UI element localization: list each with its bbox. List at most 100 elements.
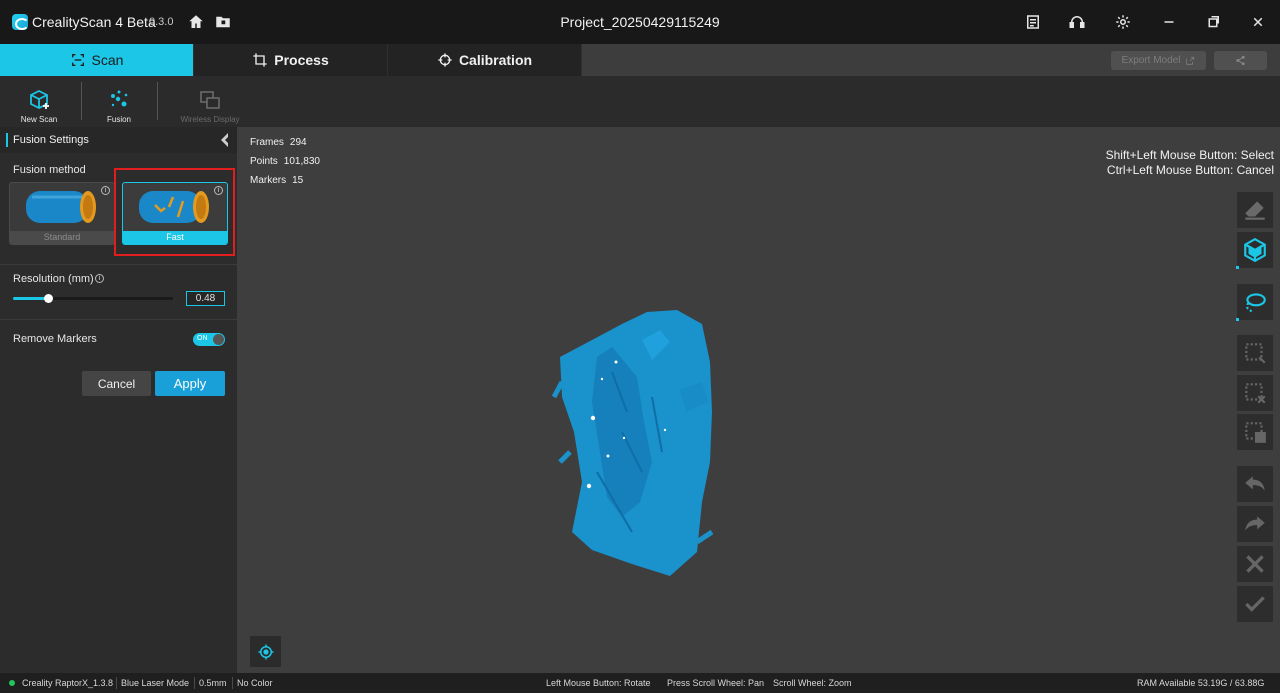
lasso-select-button[interactable] xyxy=(1236,284,1273,321)
lasso-select-icon xyxy=(1245,293,1266,313)
cube-view-button[interactable] xyxy=(1236,232,1273,269)
3d-viewport[interactable]: Frames 294 Points 101,830 Markers 15 Shift+… xyxy=(237,127,1280,673)
external-link-icon xyxy=(1186,56,1195,65)
mode-tabs: Scan Process Calibration xyxy=(0,44,582,76)
markers-value: 15 xyxy=(292,175,304,186)
standard-cylinder-image xyxy=(26,191,96,223)
reset-view-button[interactable] xyxy=(250,636,281,667)
resolution-label: Resolution (mm) xyxy=(13,273,94,285)
status-bar: Creality RaptorX_1.3.8 Blue Laser Mode 0… xyxy=(0,673,1280,693)
share-icon xyxy=(1236,55,1245,66)
points-stat: Points 101,830 xyxy=(250,156,320,167)
standard-caption: Standard xyxy=(10,231,114,244)
eraser-tool-button[interactable] xyxy=(1237,192,1273,228)
collapse-chevron-icon[interactable] xyxy=(218,132,230,148)
crop-icon xyxy=(253,53,267,67)
points-value: 101,830 xyxy=(283,156,320,167)
pan-hint: Press Scroll Wheel: Pan xyxy=(667,678,765,688)
project-title: Project_20250429115249 xyxy=(560,14,720,30)
toolbar-divider xyxy=(81,82,82,120)
fusion-label: Fusion xyxy=(106,115,131,124)
resolution-slider[interactable] xyxy=(13,294,173,303)
cancel-button[interactable]: Cancel xyxy=(82,371,151,396)
export-model-label: Export Model xyxy=(1121,55,1181,66)
home-icon[interactable] xyxy=(187,13,205,31)
fusion-sparkle-icon xyxy=(111,90,128,107)
ram-available: RAM Available 53.19G / 63.88G xyxy=(1137,678,1265,688)
new-scan-button[interactable]: New Scan xyxy=(18,80,60,124)
connection-status-dot xyxy=(9,680,15,686)
active-marker xyxy=(1236,318,1239,321)
wireless-display-icon xyxy=(200,91,220,109)
fusion-button[interactable]: Fusion xyxy=(99,80,139,124)
title-bar: CrealityScan 4 Beta 0.3.0 Project_202504… xyxy=(0,0,1280,44)
rect-select-icon xyxy=(1245,343,1266,364)
app-logo-icon xyxy=(12,14,29,30)
app-version: 0.3.0 xyxy=(149,16,174,28)
panel-header: Fusion Settings xyxy=(0,127,237,153)
status-separator xyxy=(232,677,233,689)
rotate-hint: Left Mouse Button: Rotate xyxy=(546,678,651,688)
markers-stat: Markers 15 xyxy=(250,175,303,186)
share-button[interactable] xyxy=(1214,51,1267,70)
resolution-info-icon[interactable]: i xyxy=(95,274,104,283)
resolution-slider-thumb[interactable] xyxy=(43,294,53,303)
panel-accent-bar xyxy=(6,133,8,147)
frames-stat: Frames 294 xyxy=(250,137,307,148)
scan-mode: Blue Laser Mode xyxy=(121,678,190,688)
eraser-icon xyxy=(1245,201,1265,220)
rect-deselect-button[interactable] xyxy=(1237,375,1273,411)
settings-gear-icon[interactable] xyxy=(1114,13,1132,31)
resolution-slider-fill xyxy=(13,297,49,300)
headset-icon[interactable] xyxy=(1068,13,1086,31)
active-marker xyxy=(1236,266,1239,269)
scan-resolution: 0.5mm xyxy=(199,678,227,688)
points-label: Points xyxy=(250,156,278,167)
tab-calibration[interactable]: Calibration xyxy=(388,44,582,76)
panel-divider xyxy=(0,264,237,265)
app-window: CrealityScan 4 Beta 0.3.0 Project_202504… xyxy=(0,0,1280,693)
minimize-icon[interactable] xyxy=(1160,13,1178,31)
toggle-knob xyxy=(213,334,224,345)
close-window-icon[interactable] xyxy=(1249,13,1267,31)
frames-label: Frames xyxy=(250,137,284,148)
discard-button[interactable] xyxy=(1237,546,1273,582)
close-icon xyxy=(1246,555,1264,573)
status-separator xyxy=(116,677,117,689)
check-icon xyxy=(1245,596,1265,612)
cancel-hint: Ctrl+Left Mouse Button: Cancel xyxy=(1106,163,1274,177)
redo-button[interactable] xyxy=(1237,506,1273,542)
rect-select-button[interactable] xyxy=(1237,335,1273,371)
app-name: CrealityScan 4 Beta xyxy=(32,14,156,30)
notes-icon[interactable] xyxy=(1024,13,1042,31)
zoom-hint: Scroll Wheel: Zoom xyxy=(773,678,852,688)
wireless-display-button[interactable]: Wireless Display xyxy=(178,80,242,124)
redo-icon xyxy=(1245,516,1265,531)
fusion-method-standard[interactable]: i Standard xyxy=(9,182,115,245)
info-icon[interactable]: i xyxy=(101,186,110,195)
new-scan-label: New Scan xyxy=(20,115,58,124)
tab-scan[interactable]: Scan xyxy=(0,44,194,76)
apply-button[interactable]: Apply xyxy=(155,371,225,396)
crosshair-icon xyxy=(438,53,452,67)
status-separator xyxy=(194,677,195,689)
restore-icon[interactable] xyxy=(1204,13,1222,31)
new-scan-cube-icon xyxy=(30,89,49,110)
confirm-button[interactable] xyxy=(1237,586,1273,622)
tab-process[interactable]: Process xyxy=(194,44,388,76)
remove-markers-toggle[interactable]: ON xyxy=(193,333,225,346)
undo-button[interactable] xyxy=(1237,466,1273,502)
scan-frame-icon xyxy=(71,54,84,66)
rect-delete-button[interactable] xyxy=(1237,414,1273,450)
folder-icon[interactable] xyxy=(214,13,232,31)
cube-view-icon xyxy=(1244,237,1266,263)
scanned-point-cloud xyxy=(552,310,714,576)
target-center-icon xyxy=(258,644,273,659)
select-hint: Shift+Left Mouse Button: Select xyxy=(1105,148,1274,162)
undo-icon xyxy=(1245,476,1265,491)
resolution-input[interactable]: 0.48 xyxy=(186,291,225,306)
panel-divider xyxy=(0,319,237,320)
toggle-state-label: ON xyxy=(197,335,208,342)
fusion-method-label: Fusion method xyxy=(13,164,86,176)
export-model-button[interactable]: Export Model xyxy=(1111,51,1206,70)
